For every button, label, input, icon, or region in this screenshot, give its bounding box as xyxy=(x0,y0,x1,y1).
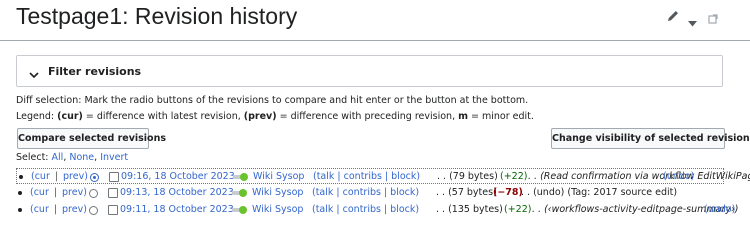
legend-minor-text: = minor edit. xyxy=(468,111,534,122)
prev-link[interactable]: prev) xyxy=(62,185,87,201)
page-title: Testpage1: Revision history xyxy=(16,3,298,29)
list-bullet xyxy=(19,175,23,179)
size-diff: (+22) xyxy=(500,171,528,182)
legend-prefix: Legend: xyxy=(16,111,58,122)
cur-link[interactable]: (cur xyxy=(30,202,49,218)
list-bullet xyxy=(18,191,22,195)
revision-checkbox[interactable] xyxy=(108,188,118,198)
size-diff: (−78) xyxy=(493,187,523,198)
diff-selection-help: Diff selection: Mark the radio buttons o… xyxy=(16,95,529,106)
legend-minor: m xyxy=(458,111,469,122)
compare-selected-revisions-button[interactable]: Compare selected revisions xyxy=(17,128,166,149)
older-radio[interactable] xyxy=(90,173,99,182)
prev-link[interactable]: prev) xyxy=(63,169,88,185)
user-tools[interactable]: (talk | contribs | block) xyxy=(313,169,420,185)
older-radio[interactable] xyxy=(89,189,98,198)
select-invert-link[interactable]: Invert xyxy=(100,152,128,163)
prev-link[interactable]: prev) xyxy=(62,202,87,218)
select-all-link[interactable]: All xyxy=(52,152,64,163)
cur-link[interactable]: (cur xyxy=(30,185,49,201)
approved-badge-icon xyxy=(232,205,248,221)
revision-checkbox[interactable] xyxy=(108,205,118,215)
chevron-down-icon xyxy=(29,65,39,84)
undo-link[interactable]: (undo) xyxy=(663,169,694,185)
undo-link[interactable]: (undo) xyxy=(704,202,735,218)
revision-size: . . (57 bytes) xyxy=(436,187,497,198)
select-prefix: Select: xyxy=(16,152,52,163)
user-link[interactable]: Wiki Sysop xyxy=(252,185,303,201)
filter-revisions-title: Filter revisions xyxy=(48,65,142,78)
user-link[interactable]: Wiki Sysop xyxy=(253,169,304,185)
legend-cur: (cur) xyxy=(57,111,83,122)
older-radio[interactable] xyxy=(89,206,98,215)
filter-revisions-panel[interactable]: Filter revisions xyxy=(16,55,723,87)
separator: | xyxy=(55,171,59,182)
select-controls: Select: All, None, Invert xyxy=(16,152,128,163)
revision-timestamp-link[interactable]: 09:13, 18 October 2023 xyxy=(120,185,234,201)
edit-summary: . . (Read confirmation via workflow Edit… xyxy=(528,171,750,182)
revision-row: (cur | prev) 09:11, 18 October 2023 Wiki… xyxy=(16,202,739,221)
select-none-link[interactable]: None xyxy=(69,152,94,163)
user-tools[interactable]: (talk | contribs | block) xyxy=(312,202,419,218)
revision-checkbox[interactable] xyxy=(109,172,119,182)
legend: Legend: (cur) = difference with latest r… xyxy=(16,111,534,122)
size-diff: (+22) xyxy=(504,204,532,215)
pencil-icon[interactable] xyxy=(666,8,680,27)
list-bullet xyxy=(18,208,22,212)
caret-down-icon[interactable] xyxy=(688,12,697,31)
revision-row: (cur | prev) 09:13, 18 October 2023 Wiki… xyxy=(16,185,724,201)
edit-summary: . . (undo) (Tag: 2017 source edit) xyxy=(521,187,678,198)
revision-row: (cur | prev) 09:16, 18 October 2023 Wiki… xyxy=(16,168,750,185)
title-divider xyxy=(0,40,750,41)
revision-timestamp-link[interactable]: 09:11, 18 October 2023 xyxy=(120,202,234,218)
legend-prev-text: = difference with preceding revision, xyxy=(276,111,459,122)
legend-prev: (prev) xyxy=(243,111,277,122)
legend-cur-text: = difference with latest revision, xyxy=(82,111,244,122)
separator: | xyxy=(54,204,58,215)
user-link[interactable]: Wiki Sysop xyxy=(252,202,303,218)
change-visibility-button[interactable]: Change visibility of selected revisions xyxy=(551,128,750,149)
external-link-icon[interactable] xyxy=(708,9,718,28)
cur-link[interactable]: (cur xyxy=(31,169,50,185)
revision-size: . . (79 bytes) xyxy=(437,171,498,182)
revision-timestamp-link[interactable]: 09:16, 18 October 2023 xyxy=(121,169,235,185)
revision-size: . . (135 bytes) xyxy=(436,204,503,215)
separator: | xyxy=(54,187,58,198)
user-tools[interactable]: (talk | contribs | block) xyxy=(312,185,419,201)
